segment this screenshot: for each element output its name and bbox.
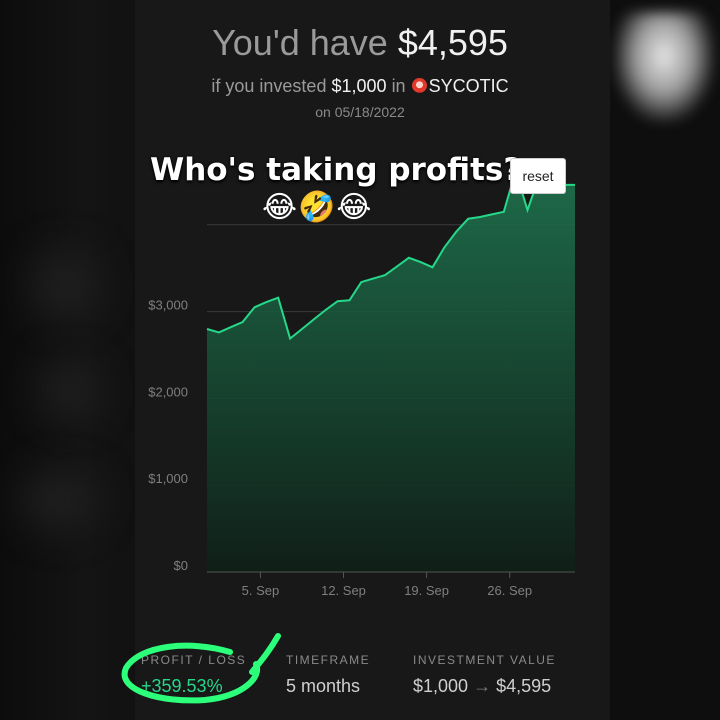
x-tick-label: 12. Sep [321, 583, 366, 598]
y-tick-label: $2,000 [148, 384, 188, 399]
x-tick-label: 5. Sep [242, 583, 280, 598]
meme-caption: Who's taking profits? [150, 152, 522, 188]
timeframe-label: TIMEFRAME [286, 653, 371, 667]
y-tick-label: $1,000 [148, 471, 188, 486]
x-tick-label: 19. Sep [404, 583, 449, 598]
laughing-emojis: 😂🤣😂 [262, 190, 373, 225]
profit-loss-label: PROFIT / LOSS [141, 653, 247, 667]
investment-value: $1,000 → $4,595 [413, 676, 551, 697]
reset-zoom-button[interactable]: reset [510, 158, 566, 194]
timeframe-value: 5 months [286, 676, 361, 696]
arrow-right-icon: → [473, 676, 492, 696]
x-tick-label: 26. Sep [487, 583, 532, 598]
investment-to: $4,595 [496, 676, 552, 696]
profit-loss-value: +359.53% [141, 676, 223, 696]
price-chart: $0 $1,000 $2,000 $3,000 5. Sep 12. Sep 19. Se… [148, 162, 575, 598]
investment-from: $1,000 [413, 676, 469, 696]
y-tick-label: $0 [174, 558, 188, 573]
y-tick-label: $3,000 [148, 298, 188, 313]
investment-value-label: INVESTMENT VALUE [413, 653, 556, 667]
